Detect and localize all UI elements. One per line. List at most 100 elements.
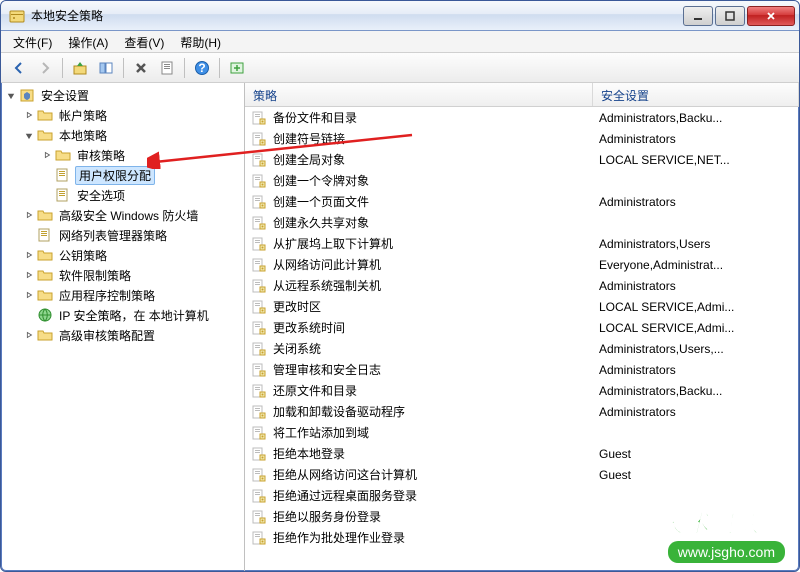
tree-label: 公钥策略 [57, 246, 109, 265]
help-button[interactable]: ? [190, 56, 214, 80]
policy-item-icon [251, 152, 267, 168]
maximize-button[interactable] [715, 6, 745, 26]
list-row[interactable]: 拒绝通过远程桌面服务登录 [245, 485, 799, 506]
list-row[interactable]: 创建一个令牌对象 [245, 170, 799, 191]
show-hide-tree-button[interactable] [94, 56, 118, 80]
menu-action[interactable]: 操作(A) [60, 31, 116, 52]
list-row[interactable]: 从远程系统强制关机Administrators [245, 275, 799, 296]
minimize-button[interactable] [683, 6, 713, 26]
folder-icon [37, 207, 53, 223]
window-title: 本地安全策略 [31, 7, 681, 24]
column-header-setting[interactable]: 安全设置 [593, 83, 799, 106]
policy-item-icon [251, 110, 267, 126]
cell-policy: 更改时区 [273, 298, 599, 315]
tree-item[interactable]: 软件限制策略 [3, 265, 244, 285]
menu-help[interactable]: 帮助(H) [172, 31, 229, 52]
policy-item-icon [251, 194, 267, 210]
menu-file[interactable]: 文件(F) [5, 31, 60, 52]
window-controls [681, 6, 795, 26]
tree-label: IP 安全策略，在 本地计算机 [57, 306, 211, 325]
list-row[interactable]: 管理审核和安全日志Administrators [245, 359, 799, 380]
list-row[interactable]: 拒绝作为批处理作业登录 [245, 527, 799, 548]
tree-pane[interactable]: 安全设置帐户策略本地策略审核策略用户权限分配安全选项高级安全 Windows 防… [1, 83, 245, 571]
titlebar[interactable]: 本地安全策略 [1, 1, 799, 31]
tree-label: 安全选项 [75, 186, 127, 205]
tree-item[interactable]: 用户权限分配 [3, 165, 244, 185]
policy-item-icon [251, 446, 267, 462]
list-row[interactable]: 从网络访问此计算机Everyone,Administrat... [245, 254, 799, 275]
list-row[interactable]: 从扩展坞上取下计算机Administrators,Users [245, 233, 799, 254]
globe-icon [37, 307, 53, 323]
up-level-button[interactable] [68, 56, 92, 80]
cell-policy: 创建符号链接 [273, 130, 599, 147]
list-row[interactable]: 拒绝从网络访问这台计算机Guest [245, 464, 799, 485]
list-row[interactable]: 更改系统时间LOCAL SERVICE,Admi... [245, 317, 799, 338]
tree-label: 用户权限分配 [75, 166, 155, 185]
list-row[interactable]: 关闭系统Administrators,Users,... [245, 338, 799, 359]
folder-icon [37, 287, 53, 303]
tree-item[interactable]: 帐户策略 [3, 105, 244, 125]
toolbar-separator [219, 58, 220, 78]
delete-button[interactable] [129, 56, 153, 80]
content-area: 安全设置帐户策略本地策略审核策略用户权限分配安全选项高级安全 Windows 防… [1, 83, 799, 571]
svg-text:?: ? [198, 61, 205, 75]
cell-policy: 创建一个页面文件 [273, 193, 599, 210]
cell-policy: 拒绝本地登录 [273, 445, 599, 462]
menu-view[interactable]: 查看(V) [116, 31, 172, 52]
tree-item[interactable]: 审核策略 [3, 145, 244, 165]
list-row[interactable]: 还原文件和目录Administrators,Backu... [245, 380, 799, 401]
toolbar-separator [62, 58, 63, 78]
policy-item-icon [251, 173, 267, 189]
list-row[interactable]: 备份文件和目录Administrators,Backu... [245, 107, 799, 128]
close-button[interactable] [747, 6, 795, 26]
tree-item[interactable]: 安全选项 [3, 185, 244, 205]
cell-setting: Administrators [599, 363, 799, 377]
column-header-policy[interactable]: 策略 [245, 83, 593, 106]
list-row[interactable]: 将工作站添加到域 [245, 422, 799, 443]
tree-item[interactable]: 本地策略 [3, 125, 244, 145]
expand-toggle[interactable] [23, 269, 35, 281]
expand-toggle[interactable] [5, 89, 17, 101]
cell-policy: 拒绝通过远程桌面服务登录 [273, 487, 599, 504]
expand-toggle[interactable] [23, 249, 35, 261]
expand-toggle[interactable] [23, 109, 35, 121]
tree-item[interactable]: 应用程序控制策略 [3, 285, 244, 305]
expand-toggle[interactable] [23, 129, 35, 141]
list-row[interactable]: 加载和卸载设备驱动程序Administrators [245, 401, 799, 422]
folder-icon [37, 327, 53, 343]
list-row[interactable]: 创建全局对象LOCAL SERVICE,NET... [245, 149, 799, 170]
tree-item[interactable]: 高级安全 Windows 防火墙 [3, 205, 244, 225]
expand-toggle[interactable] [41, 149, 53, 161]
list-row[interactable]: 更改时区LOCAL SERVICE,Admi... [245, 296, 799, 317]
list-row[interactable]: 拒绝本地登录Guest [245, 443, 799, 464]
back-button[interactable] [7, 56, 31, 80]
properties-button[interactable] [155, 56, 179, 80]
policy-item-icon [251, 488, 267, 504]
cell-setting: Administrators,Backu... [599, 384, 799, 398]
tree-item[interactable]: IP 安全策略，在 本地计算机 [3, 305, 244, 325]
shield-folder-icon [19, 87, 35, 103]
menubar: 文件(F) 操作(A) 查看(V) 帮助(H) [1, 31, 799, 53]
cell-policy: 创建一个令牌对象 [273, 172, 599, 189]
policy-item-icon [251, 236, 267, 252]
expand-toggle[interactable] [23, 289, 35, 301]
list-row[interactable]: 创建符号链接Administrators [245, 128, 799, 149]
list-row[interactable]: 创建一个页面文件Administrators [245, 191, 799, 212]
cell-policy: 拒绝从网络访问这台计算机 [273, 466, 599, 483]
tree-root[interactable]: 安全设置 [3, 85, 244, 105]
list-body[interactable]: 备份文件和目录Administrators,Backu...创建符号链接Admi… [245, 107, 799, 571]
list-row[interactable]: 拒绝以服务身份登录 [245, 506, 799, 527]
policy-item-icon [251, 383, 267, 399]
cell-policy: 从网络访问此计算机 [273, 256, 599, 273]
expand-toggle[interactable] [23, 329, 35, 341]
tree-item[interactable]: 公钥策略 [3, 245, 244, 265]
tree-item[interactable]: 网络列表管理器策略 [3, 225, 244, 245]
tree-item[interactable]: 高级审核策略配置 [3, 325, 244, 345]
policy-item-icon [251, 257, 267, 273]
forward-button[interactable] [33, 56, 57, 80]
list-row[interactable]: 创建永久共享对象 [245, 212, 799, 233]
tree-label: 帐户策略 [57, 106, 109, 125]
export-button[interactable] [225, 56, 249, 80]
expand-toggle[interactable] [23, 209, 35, 221]
tree-label: 本地策略 [57, 126, 109, 145]
